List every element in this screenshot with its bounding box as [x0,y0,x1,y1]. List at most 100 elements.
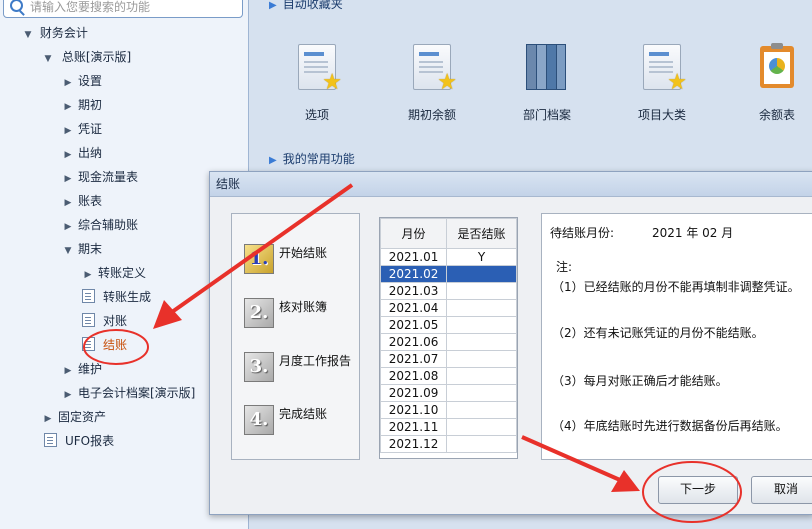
tree-item-ufo[interactable]: UFO报表 [44,431,114,451]
search-icon [10,0,23,12]
app-department-archive[interactable]: 部门档案 [502,42,592,123]
tree-item-voucher[interactable]: ▶ 凭证 [62,119,102,139]
tree-item-finance[interactable]: ▼ 财务会计 [22,23,88,43]
tree-item-opening[interactable]: ▶ 期初 [62,95,102,115]
tree-label: 结账 [103,338,128,352]
month-cell: 2021.01 [379,248,448,266]
tree-item-reconcile[interactable]: 对账 [82,311,127,331]
tree-item-aux-ledger[interactable]: ▶ 综合辅助账 [62,215,138,235]
search-input[interactable] [28,0,232,16]
app-options[interactable]: ★ 选项 [272,42,362,123]
dialog-title: 结账 [210,172,812,197]
table-row[interactable]: 2021.11 [379,418,517,436]
document-icon [82,313,95,327]
pending-month-value: 2021 年 02 月 [652,226,734,240]
cancel-button[interactable]: 取消 [751,476,812,504]
tree-item-general-ledger[interactable]: ▼ 总账[演示版] [42,47,132,67]
closed-flag-cell [446,435,517,453]
tree-item-e-archive[interactable]: ▶ 电子会计档案[演示版] [62,383,196,403]
note-line: （3）每月对账正确后才能结账。 [552,374,728,388]
table-row[interactable]: 2021.01 Y [379,248,517,266]
step-number-icon: 3. [244,352,274,382]
expand-right-icon: ▶ [64,126,72,136]
table-row[interactable]: 2021.10 [379,401,517,419]
table-row[interactable]: 2021.02 [379,265,517,283]
step-start: 1. 开始结账 [244,244,364,278]
tree-item-transfer-def[interactable]: ▶ 转账定义 [82,263,146,283]
search-box[interactable] [3,0,243,18]
app-balance-sheet[interactable]: 余额表 [732,42,812,123]
step-label: 开始结账 [279,246,328,260]
table-row[interactable]: 2021.06 [379,333,517,351]
tree-label: 转账定义 [98,266,147,280]
books-icon [524,42,570,92]
expand-right-icon: ▶ [84,270,92,280]
tree-label: 对账 [103,314,128,328]
tree-item-settings[interactable]: ▶ 设置 [62,71,102,91]
tree-label: 转账生成 [103,290,152,304]
clipboard-chart-icon [754,42,800,92]
month-cell: 2021.03 [379,282,448,300]
note-title: 注: [556,260,573,274]
table-row[interactable]: 2021.12 [379,435,517,453]
document-icon [82,337,95,351]
tree-label: 设置 [78,74,103,88]
document-icon [82,289,95,303]
month-status-table[interactable]: 月份 是否结账 2021.01 Y 2021.02 2021.03 2021.04 202… [379,217,518,459]
expand-right-icon: ▶ [64,198,72,208]
step-label: 完成结账 [279,407,328,421]
table-row[interactable]: 2021.04 [379,299,517,317]
month-cell: 2021.06 [379,333,448,351]
tree-label: 出纳 [78,146,103,160]
step-number-icon: 1. [244,244,274,274]
month-cell: 2021.09 [379,384,448,402]
expand-right-icon: ▶ [64,102,72,112]
tree-item-fixed-assets[interactable]: ▶ 固定资产 [42,407,106,427]
closed-flag-cell [446,299,517,317]
month-cell: 2021.10 [379,401,448,419]
expand-right-icon: ▶ [64,390,72,400]
step-number-icon: 2. [244,298,274,328]
table-row[interactable]: 2021.08 [379,367,517,385]
tree-label: UFO报表 [65,434,115,448]
tree-label: 财务会计 [39,26,88,40]
tree-item-reports[interactable]: ▶ 账表 [62,191,102,211]
document-star-icon: ★ [639,42,687,94]
tree-label: 电子会计档案[演示版] [78,386,196,400]
app-project-category[interactable]: ★ 项目大类 [617,42,707,123]
tree-item-cashier[interactable]: ▶ 出纳 [62,143,102,163]
expand-right-icon: ▶ [64,150,72,160]
closed-flag-cell [446,316,517,334]
document-star-icon: ★ [294,42,342,94]
table-row[interactable]: 2021.07 [379,350,517,368]
tree-item-maintain[interactable]: ▶ 维护 [62,359,102,379]
table-row[interactable]: 2021.03 [379,282,517,300]
step-number-icon: 4. [244,405,274,435]
expand-down-icon: ▼ [44,54,52,64]
month-cell: 2021.02 [379,265,448,283]
app-opening-balance[interactable]: ★ 期初余额 [387,42,477,123]
pending-month-label: 待结账月份: [550,226,615,240]
expand-right-icon: ▶ [64,366,72,376]
tree-item-close[interactable]: 结账 [82,335,127,355]
tree-item-period-end[interactable]: ▼ 期末 [62,239,102,259]
close-period-dialog: 结账 1. 开始结账 2. 核对账簿 3. 月度工作报告 4. 完成结账 月份 … [209,171,812,515]
table-row[interactable]: 2021.05 [379,316,517,334]
month-cell: 2021.05 [379,316,448,334]
table-row[interactable]: 2021.09 [379,384,517,402]
closed-flag-cell [446,367,517,385]
next-button[interactable]: 下一步 [658,476,738,504]
auto-favorites-header: ▶ 自动收藏夹 [269,0,343,11]
closed-flag-cell [446,384,517,402]
wizard-steps-panel: 1. 开始结账 2. 核对账簿 3. 月度工作报告 4. 完成结账 [231,213,360,460]
closed-flag-cell [446,282,517,300]
info-panel: 待结账月份: 2021 年 02 月 注: （1）已经结账的月份不能再填制非调整… [541,213,812,460]
common-functions-header: ▶ 我的常用功能 [269,152,355,166]
month-cell: 2021.11 [379,418,448,436]
month-cell: 2021.08 [379,367,448,385]
tree-label: 维护 [78,362,103,376]
tree-item-transfer-gen[interactable]: 转账生成 [82,287,151,307]
tree-label: 总账[演示版] [61,50,132,64]
tree-item-cashflow[interactable]: ▶ 现金流量表 [62,167,138,187]
note-line: （2）还有未记账凭证的月份不能结账。 [552,326,764,340]
